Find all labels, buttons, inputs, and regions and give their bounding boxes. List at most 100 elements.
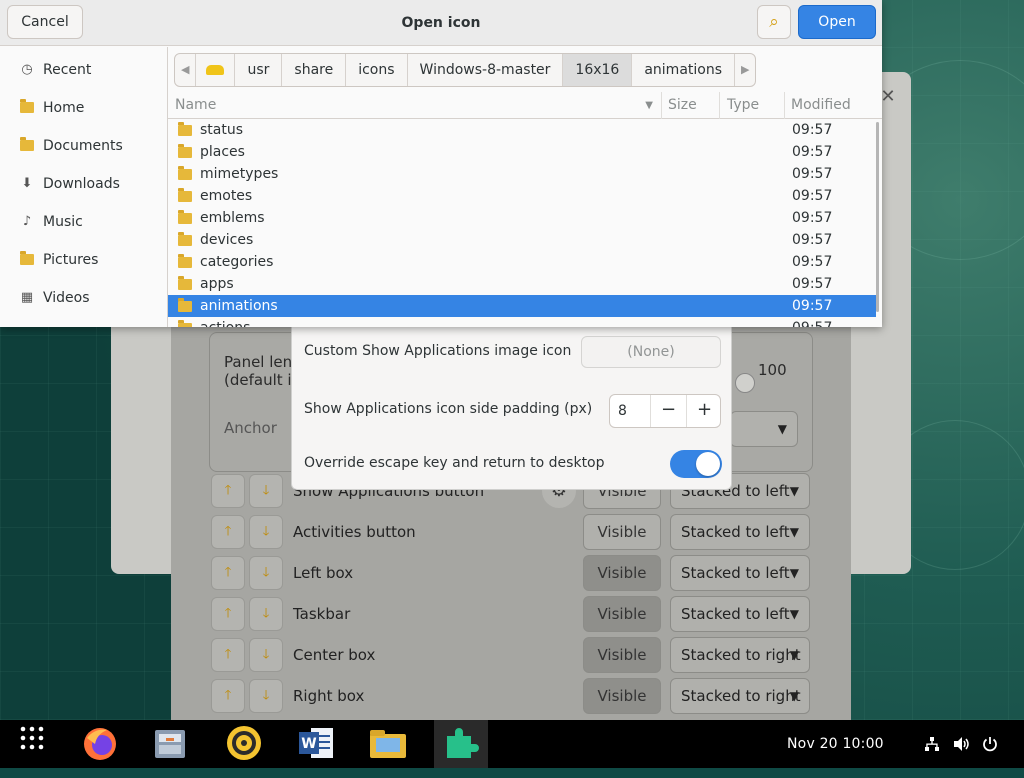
padding-value[interactable]: 8 [618,395,627,427]
arrow-down-icon: 🡓 [262,606,270,621]
word-icon[interactable]: W [296,724,336,764]
file-row[interactable]: categories 09:57 [168,251,876,273]
escape-toggle[interactable] [670,450,722,478]
file-modified: 09:57 [792,317,832,327]
header-bar: Open icon Cancel ⌕ Open [0,0,882,46]
panel-length-slider[interactable] [735,373,755,393]
chevron-down-icon: ▼ [789,648,799,662]
file-row[interactable]: actions 09:57 [168,317,876,327]
file-name: actions [200,317,250,327]
file-row[interactable]: places 09:57 [168,141,876,163]
volume-icon[interactable] [953,720,971,768]
file-row[interactable]: devices 09:57 [168,229,876,251]
column-size[interactable]: Size [668,92,720,119]
path-crumb-share[interactable]: share [282,54,347,86]
move-up-button[interactable]: 🡑 [211,597,245,631]
arrow-up-icon: 🡑 [224,524,232,539]
sidebar-item-music[interactable]: ♪ Music [0,203,167,241]
column-modified[interactable]: Modified [791,92,881,119]
path-crumb-animations[interactable]: animations [632,54,736,86]
move-up-button[interactable]: 🡑 [211,679,245,713]
anchor-combo[interactable]: ▼ [730,411,798,447]
sidebar-item-downloads[interactable]: ⬇ Downloads [0,165,167,203]
decrement-button[interactable]: − [650,395,686,427]
move-up-button[interactable]: 🡑 [211,556,245,590]
file-manager-icon[interactable] [150,724,190,764]
file-name: places [200,144,245,160]
column-type[interactable]: Type [727,92,785,119]
visible-toggle-button[interactable]: Visible [583,555,661,591]
rhythmbox-icon[interactable] [224,724,264,764]
scrollbar[interactable] [876,122,879,312]
arrow-down-icon: 🡓 [262,565,270,580]
move-up-button[interactable]: 🡑 [211,638,245,672]
column-name[interactable]: Name ▼ [175,92,662,119]
taskbar: W Nov 20 10:00 [0,720,1024,768]
element-row: 🡑 🡓 Activities button Visible Stacked to lef… [209,513,813,551]
open-button[interactable]: Open [798,5,876,39]
path-crumb-icons[interactable]: icons [346,54,408,86]
file-row[interactable]: emotes 09:57 [168,185,876,207]
folder-icon [178,163,192,185]
panel-length-sublabel: (default is [224,371,300,389]
path-root-button[interactable] [196,54,236,86]
file-modified: 09:57 [792,122,833,138]
move-down-button[interactable]: 🡓 [249,556,283,590]
visible-toggle-button[interactable]: Visible [583,514,661,550]
path-back-button[interactable]: ◀ [175,54,197,86]
position-combo[interactable]: Stacked to left ▼ [670,555,810,591]
sidebar-item-home[interactable]: Home [0,89,167,127]
file-row[interactable]: animations 09:57 [168,295,876,317]
sidebar-item-videos[interactable]: ▦ Videos [0,279,167,317]
path-forward-button[interactable]: ▶ [735,54,755,86]
position-combo[interactable]: Stacked to right ▼ [670,678,810,714]
file-row[interactable]: emblems 09:57 [168,207,876,229]
settings-dialog: Custom Show Applications image icon (Non… [291,320,732,490]
path-crumb-16x16[interactable]: 16x16 [563,54,633,86]
move-down-button[interactable]: 🡓 [249,679,283,713]
position-combo[interactable]: Stacked to right ▼ [670,637,810,673]
arrow-down-icon: 🡓 [262,524,270,539]
power-icon[interactable] [982,720,998,768]
arrow-up-icon: 🡑 [224,483,232,498]
move-down-button[interactable]: 🡓 [249,638,283,672]
folder-icon [178,317,192,327]
files-icon[interactable] [368,724,408,764]
move-down-button[interactable]: 🡓 [249,474,283,508]
cancel-button[interactable]: Cancel [7,5,83,39]
file-name: apps [200,276,234,292]
file-row[interactable]: status 09:57 [168,119,876,141]
position-combo-label: Stacked to left [681,523,790,541]
position-combo[interactable]: Stacked to left ▼ [670,596,810,632]
file-modified: 09:57 [792,232,833,248]
sidebar-item-documents[interactable]: Documents [0,127,167,165]
move-down-button[interactable]: 🡓 [249,597,283,631]
sidebar-item-recent[interactable]: ◷ Recent [0,51,167,89]
visible-toggle-button[interactable]: Visible [583,678,661,714]
extensions-icon[interactable] [440,724,480,764]
clock[interactable]: Nov 20 10:00 [787,720,884,768]
file-row[interactable]: mimetypes 09:57 [168,163,876,185]
move-up-button[interactable]: 🡑 [211,474,245,508]
custom-icon-button[interactable]: (None) [581,336,721,368]
file-row[interactable]: apps 09:57 [168,273,876,295]
sidebar-item-pictures[interactable]: Pictures [0,241,167,279]
path-crumb-usr[interactable]: usr [235,54,283,86]
move-down-button[interactable]: 🡓 [249,515,283,549]
column-header: Name ▼ Size Type Modified [168,92,882,119]
visible-toggle-button[interactable]: Visible [583,596,661,632]
app-grid-icon[interactable] [12,724,52,764]
video-icon: ▦ [20,290,34,305]
search-button[interactable]: ⌕ [757,5,791,39]
anchor-label: Anchor [224,419,277,437]
visible-toggle-button[interactable]: Visible [583,637,661,673]
increment-button[interactable]: + [686,395,720,427]
padding-stepper[interactable]: 8 − + [609,394,721,428]
network-icon[interactable] [924,720,940,768]
search-icon: ⌕ [769,12,779,32]
move-up-button[interactable]: 🡑 [211,515,245,549]
firefox-icon[interactable] [80,724,120,764]
position-combo[interactable]: Stacked to left ▼ [670,514,810,550]
path-crumb-windows-8-master[interactable]: Windows-8-master [408,54,564,86]
file-modified: 09:57 [792,254,833,270]
